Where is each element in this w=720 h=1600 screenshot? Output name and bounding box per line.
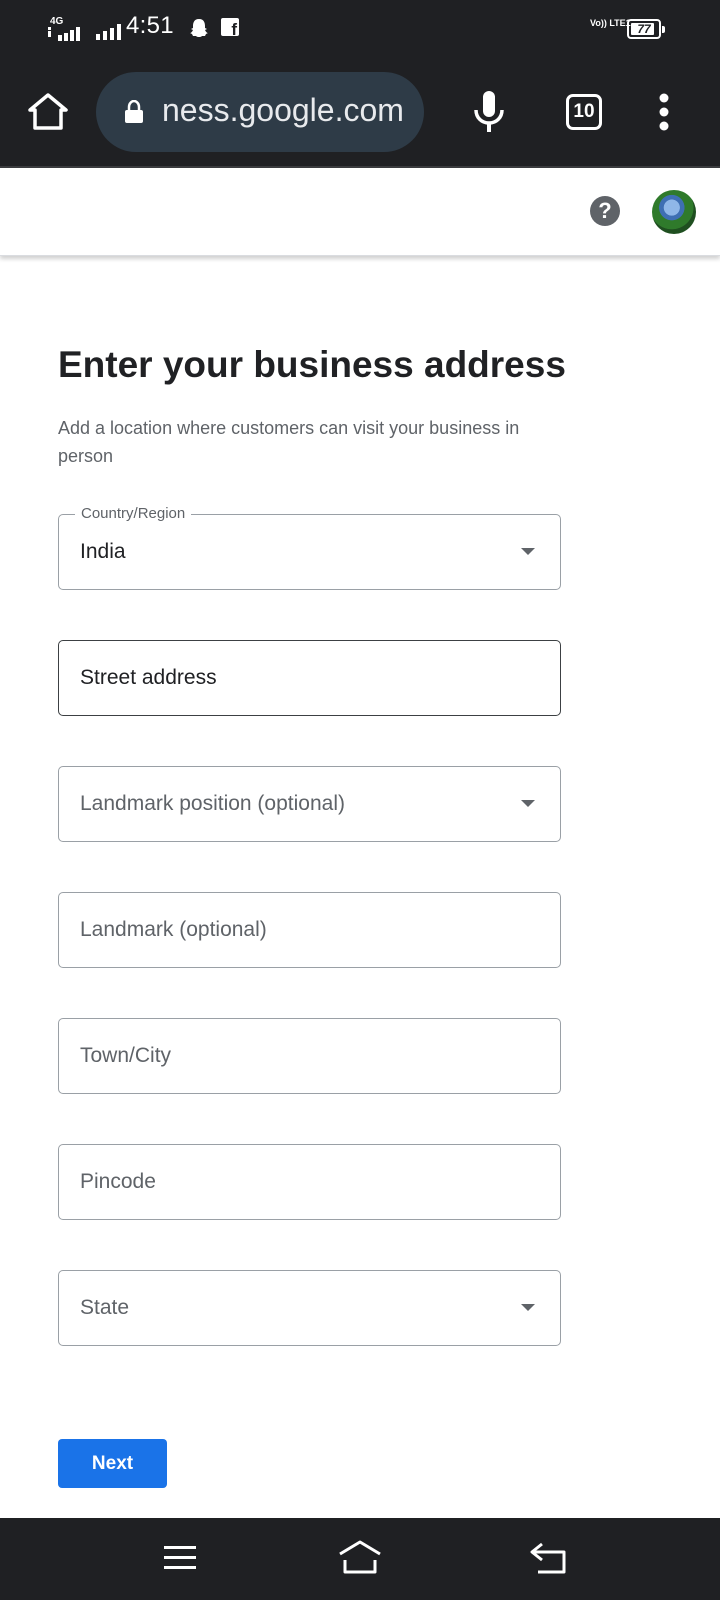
- avatar[interactable]: [652, 190, 696, 234]
- pincode-field[interactable]: Pincode: [58, 1144, 561, 1220]
- address-bar[interactable]: ness.google.com: [96, 72, 424, 152]
- street-address-field[interactable]: Street address: [58, 640, 561, 716]
- dropdown-arrow-icon: [521, 800, 535, 807]
- landmark-position-placeholder: Landmark position (optional): [80, 792, 345, 815]
- status-bar: 4G 4:51 f Vo)) LTE1 77: [0, 0, 720, 58]
- town-city-placeholder: Town/City: [80, 1044, 172, 1067]
- browser-toolbar: ness.google.com 10: [0, 58, 720, 168]
- state-select[interactable]: State: [58, 1270, 561, 1346]
- facebook-icon: f: [221, 18, 239, 38]
- lock-icon: [125, 100, 143, 123]
- home-icon[interactable]: [336, 1538, 384, 1576]
- web-header: ?: [0, 170, 720, 256]
- landmark-placeholder: Landmark (optional): [80, 918, 267, 941]
- dropdown-arrow-icon: [521, 548, 535, 555]
- country-select[interactable]: Country/Region India: [58, 504, 561, 590]
- dropdown-arrow-icon: [521, 1304, 535, 1311]
- next-button[interactable]: Next: [58, 1439, 167, 1488]
- state-placeholder: State: [80, 1296, 130, 1319]
- landmark-field[interactable]: Landmark (optional): [58, 892, 561, 968]
- snapchat-icon: [190, 19, 208, 37]
- pincode-placeholder: Pincode: [80, 1170, 156, 1193]
- country-value: India: [80, 540, 126, 563]
- page-subtitle: Add a location where customers can visit…: [58, 418, 520, 466]
- home-icon[interactable]: [26, 90, 70, 134]
- menu-icon[interactable]: [162, 1542, 198, 1574]
- network-4g-icon: 4G: [48, 16, 82, 41]
- help-icon[interactable]: ?: [590, 196, 620, 226]
- volte-indicator: Vo)) LTE1: [590, 18, 631, 28]
- system-nav-bar: [0, 1518, 720, 1600]
- network-label: 4G: [50, 16, 64, 27]
- url-text: ness.google.com: [162, 92, 404, 128]
- back-icon[interactable]: [528, 1540, 568, 1576]
- town-city-field[interactable]: Town/City: [58, 1018, 561, 1094]
- mic-icon[interactable]: [470, 88, 508, 136]
- more-vert-icon[interactable]: [652, 92, 676, 132]
- tabs-icon[interactable]: 10: [566, 94, 602, 130]
- street-address-placeholder: Street address: [80, 666, 217, 689]
- page-title: Enter your business address: [58, 344, 566, 385]
- battery-icon: 77: [627, 19, 665, 39]
- battery-level: 77: [637, 22, 651, 36]
- clock: 4:51: [126, 12, 174, 39]
- signal-icon: [96, 24, 121, 40]
- landmark-position-select[interactable]: Landmark position (optional): [58, 766, 561, 842]
